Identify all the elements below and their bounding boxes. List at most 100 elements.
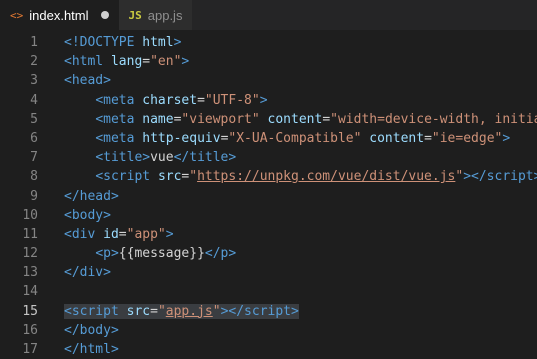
- code-token: lang: [110, 54, 143, 70]
- code-token: <: [95, 169, 104, 185]
- code-token: =: [118, 226, 127, 242]
- line-number: 14: [22, 284, 38, 300]
- code-token: </: [204, 246, 221, 262]
- code-text: <div id="app">: [64, 225, 174, 244]
- code-token: <: [95, 246, 104, 262]
- editor-tab-bar: <> index.html JS app.js: [0, 0, 537, 31]
- code-line[interactable]: 14: [0, 282, 537, 301]
- code-text: </head>: [64, 187, 119, 206]
- code-token: head: [71, 73, 104, 89]
- line-number: 12: [22, 246, 38, 262]
- code-token: name: [142, 111, 174, 127]
- code-token: head: [79, 188, 111, 204]
- line-number: 2: [30, 54, 38, 70]
- code-token: <: [95, 130, 104, 146]
- line-number: 4: [30, 92, 38, 108]
- code-token: <: [64, 207, 72, 223]
- code-token: >: [110, 246, 119, 262]
- code-line[interactable]: 12 <p>{{message}}</p>: [0, 244, 537, 263]
- line-number: 5: [30, 111, 38, 127]
- code-text: <meta charset="UTF-8">: [64, 91, 268, 110]
- code-line[interactable]: 17 </html>: [0, 340, 537, 359]
- code-text: <meta name="viewport" content="width=dev…: [64, 110, 537, 129]
- code-text: <script src="app.js"></script>: [64, 302, 299, 321]
- code-token: div: [79, 265, 104, 281]
- code-token: <: [64, 54, 72, 70]
- code-line[interactable]: 3 <head>: [0, 71, 537, 90]
- code-token: charset: [142, 92, 198, 108]
- tab-app-js[interactable]: JS app.js: [118, 0, 193, 30]
- code-token: id: [103, 226, 119, 242]
- code-token: =: [142, 54, 151, 70]
- code-text: <body>: [64, 206, 111, 225]
- code-line[interactable]: 16 </body>: [0, 321, 537, 340]
- line-number: 11: [22, 226, 38, 242]
- code-token: body: [79, 322, 111, 338]
- code-token: "viewport": [181, 111, 260, 127]
- html-file-icon: <>: [10, 8, 24, 22]
- code-token: <: [64, 303, 72, 319]
- tab-label: app.js: [147, 7, 183, 23]
- code-token: script: [103, 169, 158, 185]
- code-line[interactable]: 2 <html lang="en">: [0, 52, 537, 71]
- line-number: 8: [30, 169, 38, 185]
- code-text: </html>: [64, 340, 119, 359]
- code-token: "width=device-width, initial: [330, 111, 537, 127]
- code-token: </: [64, 188, 80, 204]
- code-line[interactable]: 11 <div id="app">: [0, 225, 537, 244]
- code-token: ": [157, 303, 166, 319]
- line-number: 9: [30, 188, 38, 204]
- line-number: 7: [30, 150, 38, 166]
- code-token: <: [95, 150, 104, 166]
- code-line[interactable]: 6 <meta http-equiv = "X-UA-Compatible" con…: [0, 129, 537, 148]
- code-token: =: [322, 111, 331, 127]
- code-token: >: [165, 226, 174, 242]
- code-token: html: [142, 35, 174, 50]
- code-line[interactable]: 13 </div>: [0, 263, 537, 282]
- line-number: 10: [22, 207, 38, 223]
- code-token[interactable]: https://unpkg.com/vue/dist/vue.js: [197, 169, 455, 184]
- code-token: body: [71, 207, 104, 223]
- code-text: <html lang="en">: [64, 52, 189, 71]
- line-number: 15: [22, 303, 38, 319]
- code-token: <: [95, 92, 104, 108]
- code-token: p: [103, 246, 111, 262]
- code-token: content: [267, 111, 323, 127]
- code-editor[interactable]: 1 <!DOCTYPE html> 2 <html lang="en"> 3 <head>…: [0, 31, 537, 359]
- code-token: >: [291, 303, 299, 319]
- unsaved-changes-dot-icon[interactable]: [100, 11, 109, 19]
- code-token: >: [142, 150, 151, 166]
- code-text: <p>{{message}}</p>: [64, 244, 236, 263]
- code-token: ></: [220, 303, 245, 319]
- code-token: </: [64, 322, 80, 338]
- code-token: <!DOCTYPE: [64, 35, 143, 50]
- tab-index-html[interactable]: <> index.html: [0, 0, 119, 30]
- code-token: >: [534, 169, 537, 184]
- code-token[interactable]: app.js: [166, 304, 213, 319]
- code-line[interactable]: 15 <script src="app.js"></script>: [0, 302, 537, 321]
- code-token: title: [103, 150, 143, 166]
- code-line[interactable]: 5 <meta name="viewport" content="width=d…: [0, 110, 537, 129]
- code-line[interactable]: 10 <body>: [0, 206, 537, 225]
- code-text: <!DOCTYPE html>: [64, 33, 181, 52]
- code-token: "UTF-8": [204, 92, 260, 108]
- code-token: >: [228, 150, 237, 166]
- code-token: ": [212, 303, 221, 319]
- code-token: script: [71, 303, 127, 319]
- code-line[interactable]: 4 <meta charset="UTF-8">: [0, 91, 537, 110]
- tab-label: index.html: [29, 7, 89, 23]
- code-token: "en": [150, 54, 182, 70]
- code-token: ": [189, 169, 198, 185]
- line-number: 6: [30, 130, 38, 146]
- code-line[interactable]: 8 <script src="https://unpkg.com/vue/dis…: [0, 167, 537, 186]
- code-token: html: [71, 54, 111, 70]
- code-line[interactable]: 7 <title>vue</title>: [0, 148, 537, 167]
- code-token: meta: [103, 130, 143, 146]
- code-line[interactable]: 1 <!DOCTYPE html>: [0, 33, 537, 52]
- code-token: >: [259, 92, 268, 108]
- code-token: =: [150, 303, 158, 319]
- code-token: >: [173, 35, 182, 50]
- code-line[interactable]: 9 </head>: [0, 187, 537, 206]
